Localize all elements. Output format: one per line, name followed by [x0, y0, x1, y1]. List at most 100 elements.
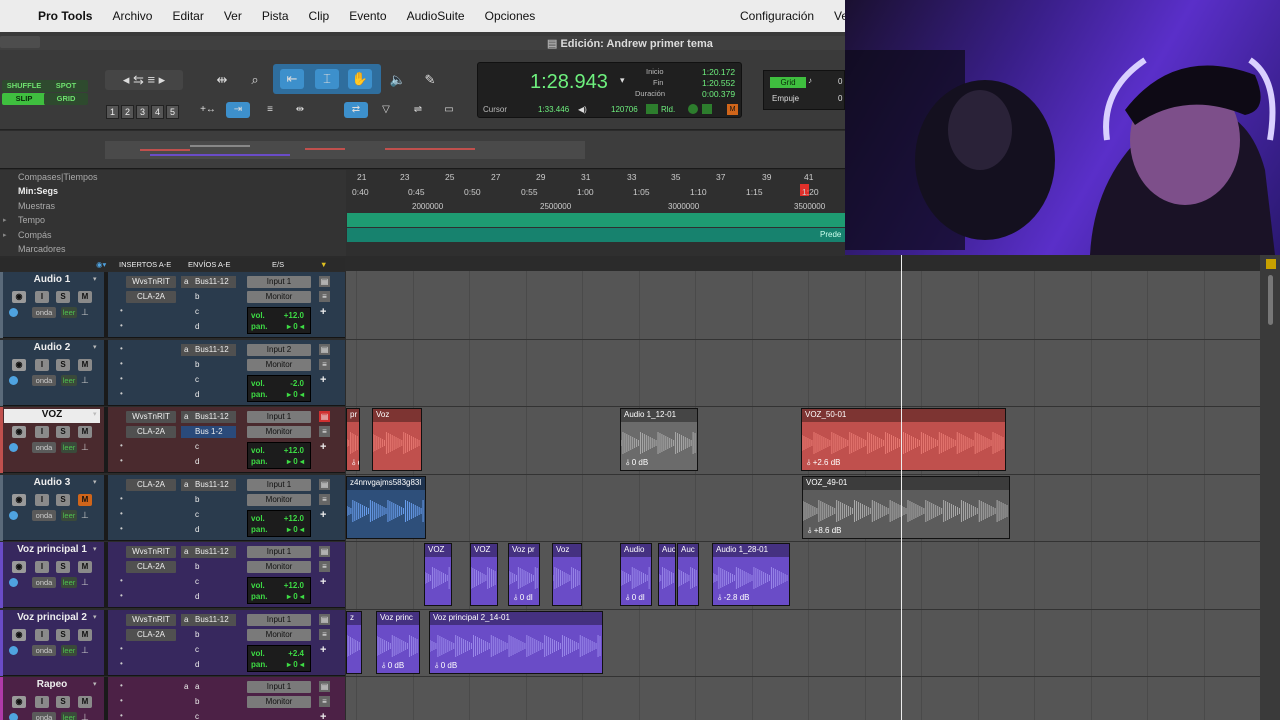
- zoom-preset-2[interactable]: 2: [121, 105, 134, 119]
- audio-clip[interactable]: Audio 1_28-01 ⫰ -2.8 dB: [712, 543, 790, 606]
- track-menu-icon[interactable]: ▾: [93, 275, 97, 283]
- input-selector[interactable]: Input 1: [247, 276, 311, 288]
- audio-clip[interactable]: Voz principal 2_14-01 ⫰ 0 dB: [429, 610, 603, 674]
- nudge-icon[interactable]: +↔: [196, 102, 220, 118]
- mute-button[interactable]: M: [78, 493, 92, 506]
- send-b[interactable]: b: [181, 629, 236, 641]
- insert-a[interactable]: WvsTnRIT: [126, 546, 176, 558]
- menu-editar[interactable]: Editar: [172, 9, 203, 23]
- audio-clip[interactable]: z: [346, 610, 362, 674]
- track-name[interactable]: Audio 3: [4, 477, 100, 491]
- ruler-samples[interactable]: Muestras: [0, 199, 345, 213]
- output-selector[interactable]: Monitor: [247, 696, 311, 708]
- ruler-markers[interactable]: Marcadores: [0, 242, 345, 256]
- insert-c-empty[interactable]: •: [120, 576, 123, 585]
- send-c[interactable]: c: [181, 306, 236, 318]
- volume-pan-display[interactable]: vol. -2.0 pan. ▸ 0 ◂: [247, 374, 311, 402]
- comments-icon[interactable]: ▤: [319, 613, 330, 625]
- zoom-preset-4[interactable]: 4: [151, 105, 164, 119]
- record-enable-icon[interactable]: ◉: [12, 561, 26, 573]
- list-icon[interactable]: ≡: [319, 628, 330, 640]
- insert-b-empty[interactable]: •: [120, 359, 123, 368]
- timebase-icon[interactable]: [9, 308, 18, 317]
- send-a[interactable]: a Bus11-12: [181, 546, 236, 558]
- volume-value[interactable]: +12.0: [284, 580, 304, 591]
- record-enable-icon[interactable]: ◉: [12, 358, 26, 371]
- playlist-icon[interactable]: ⊥: [81, 510, 89, 521]
- insert-a[interactable]: WvsTnRIT: [126, 276, 176, 288]
- send-d[interactable]: d: [181, 389, 236, 401]
- audio-clip[interactable]: Auc: [658, 543, 676, 606]
- record-enable-icon[interactable]: ◉: [12, 628, 26, 641]
- ruler-tempo[interactable]: Tempo: [0, 213, 345, 227]
- clip-gain[interactable]: ⫰ 0 dB: [626, 458, 648, 468]
- automation-mode[interactable]: leer: [61, 374, 77, 386]
- send-a[interactable]: aa: [181, 681, 236, 693]
- spot-mode-button[interactable]: SPOT: [44, 80, 88, 92]
- input-selector[interactable]: Input 1: [247, 681, 311, 693]
- playlist-icon[interactable]: ⊥: [81, 577, 89, 588]
- tab-to-transient-icon[interactable]: ⇥: [226, 102, 250, 118]
- track-menu-icon[interactable]: ▾: [93, 410, 97, 418]
- nudge-value[interactable]: 0: [838, 94, 842, 103]
- pencil-tool-icon[interactable]: ✎: [418, 70, 442, 90]
- send-d[interactable]: d: [181, 524, 236, 536]
- insert-c-empty[interactable]: •: [120, 509, 123, 518]
- insertion-follows-icon[interactable]: ▽: [374, 102, 398, 118]
- solo-button[interactable]: S: [56, 358, 70, 371]
- inserts-header[interactable]: INSERTOS A-E: [119, 260, 171, 269]
- comments-icon[interactable]: ▤: [319, 343, 330, 355]
- view-selector[interactable]: onda: [32, 712, 56, 720]
- list-icon[interactable]: ≡: [319, 696, 330, 707]
- insert-b-empty[interactable]: •: [120, 696, 123, 705]
- input-monitor-button[interactable]: I: [35, 493, 49, 506]
- meter-ruler-bar[interactable]: [347, 228, 845, 242]
- input-selector[interactable]: Input 2: [247, 343, 311, 356]
- list-icon[interactable]: ≡: [319, 426, 330, 437]
- comments-icon[interactable]: ▤: [319, 478, 330, 490]
- record-enable-icon[interactable]: ◉: [12, 493, 26, 506]
- timebase-icon[interactable]: [9, 375, 18, 385]
- universe-overview[interactable]: [0, 131, 845, 169]
- send-d[interactable]: d: [181, 321, 236, 333]
- mute-button[interactable]: M: [78, 358, 92, 371]
- solo-button[interactable]: S: [56, 628, 70, 641]
- playlist-icon[interactable]: ⊥: [81, 375, 89, 386]
- volume-value[interactable]: +2.4: [288, 648, 304, 659]
- insert-b[interactable]: CLA-2A: [126, 291, 176, 303]
- input-monitor-button[interactable]: I: [35, 561, 49, 573]
- pan-value[interactable]: ▸ 0 ◂: [287, 591, 304, 602]
- add-lane-icon[interactable]: +: [320, 374, 326, 386]
- pan-value[interactable]: ▸ 0 ◂: [287, 321, 304, 332]
- send-c[interactable]: c: [181, 509, 236, 521]
- insert-a[interactable]: WvsTnRIT: [126, 613, 176, 626]
- track-header[interactable]: Audio 3 ▾ ◉ I S M onda leer ⊥ CLA-2A • •…: [0, 474, 345, 541]
- edit-playlist[interactable]: Audio 1_12-01 ⫰ 0 dB VOZ_50-01 ⫰ +2.6 dB…: [346, 271, 1280, 720]
- solo-button[interactable]: S: [56, 696, 70, 708]
- zoom-preset-5[interactable]: 5: [166, 105, 179, 119]
- add-lane-icon[interactable]: +: [320, 509, 326, 521]
- online-icon[interactable]: [688, 104, 698, 114]
- window-controls[interactable]: [0, 36, 40, 48]
- timebase-icon[interactable]: [9, 510, 18, 520]
- volume-pan-display[interactable]: vol. +12.0 pan. ▸ 0 ◂: [247, 442, 311, 469]
- send-a[interactable]: a Bus11-12: [181, 411, 236, 423]
- rld-label[interactable]: Rld.: [661, 105, 675, 114]
- send-c[interactable]: c: [181, 711, 236, 720]
- list-icon[interactable]: ≡: [319, 493, 330, 505]
- track-menu-icon[interactable]: ▾: [93, 478, 97, 486]
- playlist-icon[interactable]: ⊥: [81, 645, 89, 656]
- list-icon[interactable]: ≡: [319, 561, 330, 572]
- timebase-icon[interactable]: [9, 713, 18, 720]
- pan-value[interactable]: ▸ 0 ◂: [287, 659, 304, 670]
- trim-zoom-icon[interactable]: ⇹: [210, 70, 234, 90]
- audio-clip[interactable]: Auc: [677, 543, 699, 606]
- midi-merge-icon[interactable]: M: [727, 104, 738, 115]
- grid-mode-button[interactable]: GRID: [44, 93, 88, 105]
- link-timeline-icon[interactable]: ≡: [258, 102, 282, 118]
- add-lane-icon[interactable]: +: [320, 441, 326, 453]
- comments-icon[interactable]: ▤: [319, 546, 330, 557]
- track-header[interactable]: Rapeo ▾ ◉ I S M onda leer ⊥ • • • • aa b…: [0, 677, 345, 720]
- send-a[interactable]: a Bus11-12: [181, 343, 236, 356]
- input-selector[interactable]: Input 1: [247, 613, 311, 626]
